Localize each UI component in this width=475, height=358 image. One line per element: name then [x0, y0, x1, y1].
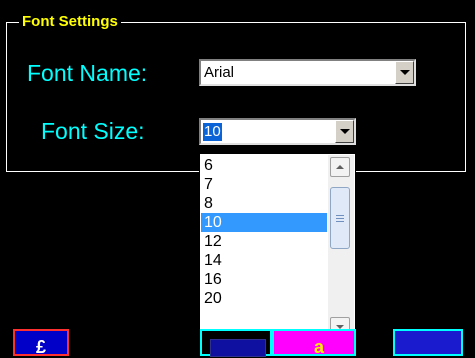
- font-size-combobox[interactable]: 10: [199, 118, 356, 145]
- vertical-scrollbar[interactable]: [328, 155, 354, 339]
- toolbar-button-2[interactable]: [200, 329, 272, 357]
- font-name-dropdown-button[interactable]: [395, 61, 414, 84]
- list-item[interactable]: 8: [201, 194, 327, 213]
- list-item[interactable]: 14: [201, 251, 327, 270]
- font-size-value[interactable]: 10: [203, 123, 222, 141]
- list-item[interactable]: 16: [201, 270, 327, 289]
- grip-icon: [336, 217, 344, 219]
- grip-icon: [336, 214, 344, 216]
- chevron-down-icon: [399, 70, 410, 75]
- font-name-combobox[interactable]: Arial: [199, 59, 416, 86]
- list-item[interactable]: 6: [201, 156, 327, 175]
- font-size-dropdown-list[interactable]: 6 7 8 10 12 14 16 20: [199, 153, 356, 341]
- scrollbar-thumb[interactable]: [330, 187, 350, 249]
- tool-icon: a: [314, 337, 325, 357]
- chevron-down-icon: [339, 129, 350, 134]
- tool-icon: [210, 339, 266, 357]
- group-title: Font Settings: [19, 13, 121, 31]
- tool-icon: £: [36, 337, 47, 357]
- grip-icon: [336, 220, 344, 222]
- font-size-label: Font Size:: [41, 118, 145, 144]
- font-settings-group: [6, 22, 466, 172]
- scroll-up-button[interactable]: [330, 157, 350, 177]
- list-item[interactable]: 7: [201, 175, 327, 194]
- list-item[interactable]: 20: [201, 289, 327, 308]
- toolbar-button-1[interactable]: £: [13, 329, 69, 357]
- font-name-label: Font Name:: [27, 60, 148, 86]
- scroll-up-icon: [336, 165, 344, 169]
- list-item-selected[interactable]: 10: [201, 213, 327, 232]
- list-item[interactable]: 12: [201, 232, 327, 251]
- font-size-dropdown-button[interactable]: [335, 120, 354, 143]
- font-name-value: Arial: [204, 64, 235, 81]
- toolbar-button-3[interactable]: a: [272, 329, 356, 357]
- toolbar-button-4[interactable]: [393, 329, 463, 356]
